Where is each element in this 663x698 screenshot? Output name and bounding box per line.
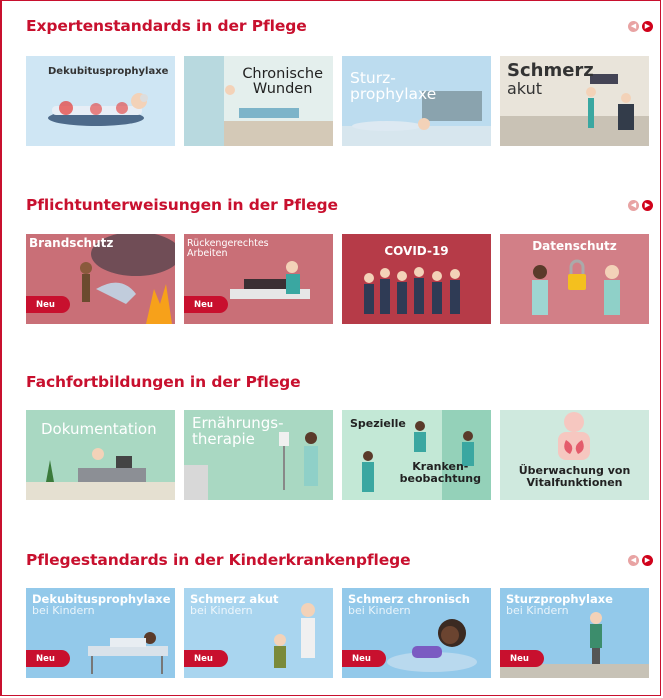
card-row: Dekubitusprophylaxe bei Kindern Neu Schm… bbox=[26, 588, 649, 678]
card-label-line: Chronische bbox=[242, 66, 323, 82]
card-label-line: Wunden bbox=[252, 81, 313, 98]
course-card-dekubitusprophylaxe-kinder[interactable]: Dekubitusprophylaxe bei Kindern Neu bbox=[26, 588, 175, 678]
card-label-line: bei Kindern bbox=[32, 604, 95, 618]
card-row: Dekubitusprophylaxe Chronische Wunden St… bbox=[26, 56, 649, 146]
course-card-sturzprophylaxe[interactable]: Sturz- prophylaxe bbox=[342, 56, 491, 146]
course-card-sturzprophylaxe-kinder[interactable]: Sturzprophylaxe bei Kindern Neu bbox=[500, 588, 649, 678]
carousel-nav: ◀ ▶ bbox=[628, 200, 653, 211]
chevron-left-icon[interactable]: ◀ bbox=[628, 555, 639, 566]
course-card-dekubitusprophylaxe[interactable]: Dekubitusprophylaxe bbox=[26, 56, 175, 146]
chevron-left-icon[interactable]: ◀ bbox=[628, 200, 639, 211]
card-label-line: Vitalfunktionen bbox=[526, 475, 623, 489]
card-label: Schmerz akut bbox=[507, 61, 594, 98]
card-label-line: akut bbox=[507, 78, 542, 98]
course-card-datenschutz[interactable]: Datenschutz bbox=[500, 234, 649, 324]
card-label: Spezielle bbox=[350, 418, 406, 430]
section-title: Pflegestandards in der Kinderkrankenpfle… bbox=[26, 551, 411, 569]
course-card-schmerz-akut[interactable]: Schmerz akut bbox=[500, 56, 649, 146]
section-title: Expertenstandards in der Pflege bbox=[26, 17, 307, 35]
card-label-line: bei Kindern bbox=[190, 604, 253, 618]
course-card-schmerz-chronisch-kinder[interactable]: Schmerz chronisch bei Kindern Neu bbox=[342, 588, 491, 678]
card-label: Überwachung von Vitalfunktionen bbox=[500, 465, 649, 488]
card-label-line: Dekubitusprophylaxe bbox=[48, 66, 169, 77]
card-label: Kranken- beobachtung bbox=[400, 461, 481, 484]
card-label: Schmerz chronisch bei Kindern bbox=[348, 593, 470, 617]
new-badge: Neu bbox=[342, 650, 386, 667]
chevron-right-icon[interactable]: ▶ bbox=[642, 555, 653, 566]
section-title: Pflichtunterweisungen in der Pflege bbox=[26, 196, 338, 214]
course-card-dokumentation[interactable]: Dokumentation bbox=[26, 410, 175, 500]
card-label: Dekubitusprophylaxe bei Kindern bbox=[32, 593, 171, 617]
card-label: Ernährungs- therapie bbox=[192, 415, 284, 448]
course-card-schmerz-akut-kinder[interactable]: Schmerz akut bei Kindern Neu bbox=[184, 588, 333, 678]
card-row: Dokumentation Ernährungs- therapie Spezi… bbox=[26, 410, 649, 500]
course-card-rueckengerechtes-arbeiten[interactable]: Rückengerechtes Arbeiten Neu bbox=[184, 234, 333, 324]
card-label-line: Überwachung von bbox=[518, 464, 631, 477]
chevron-right-icon[interactable]: ▶ bbox=[642, 21, 653, 32]
section-title: Fachfortbildungen in der Pflege bbox=[26, 373, 301, 391]
course-card-brandschutz[interactable]: Brandschutz Neu bbox=[26, 234, 175, 324]
card-label: Dekubitusprophylaxe bbox=[48, 66, 169, 78]
new-badge: Neu bbox=[184, 650, 228, 667]
new-badge: Neu bbox=[26, 650, 70, 667]
card-label-line: Kranken- bbox=[412, 460, 469, 473]
card-label: Brandschutz bbox=[29, 237, 113, 250]
card-label-line: therapie bbox=[192, 429, 255, 448]
card-label: Chronische Wunden bbox=[242, 66, 323, 98]
card-label-line: beobachtung bbox=[399, 471, 481, 485]
carousel-nav: ◀ ▶ bbox=[628, 555, 653, 566]
card-label-line: Datenschutz bbox=[532, 239, 617, 253]
chevron-right-icon[interactable]: ▶ bbox=[642, 200, 653, 211]
card-label-line: Arbeiten bbox=[187, 247, 228, 259]
carousel-nav: ◀ ▶ bbox=[628, 21, 653, 32]
course-card-ueberwachung-vitalfunktionen[interactable]: Überwachung von Vitalfunktionen bbox=[500, 410, 649, 500]
chevron-left-icon[interactable]: ◀ bbox=[628, 21, 639, 32]
card-label: Sturz- prophylaxe bbox=[350, 70, 436, 103]
card-label: COVID-19 bbox=[342, 245, 491, 258]
new-badge: Neu bbox=[26, 296, 70, 313]
new-badge: Neu bbox=[500, 650, 544, 667]
card-label-line: COVID-19 bbox=[384, 244, 449, 258]
card-label-line: Brandschutz bbox=[29, 236, 114, 250]
card-label-line: bei Kindern bbox=[506, 604, 569, 618]
card-label: Sturzprophylaxe bei Kindern bbox=[506, 593, 613, 617]
card-label: Rückengerechtes Arbeiten bbox=[187, 239, 269, 259]
new-badge: Neu bbox=[184, 296, 228, 313]
course-card-spezielle-krankenbeobachtung[interactable]: Spezielle Kranken- beobachtung bbox=[342, 410, 491, 500]
card-row: Brandschutz Neu Rückengerechtes Arbeiten… bbox=[26, 234, 649, 324]
card-label-line: Spezielle bbox=[350, 417, 406, 430]
course-card-chronische-wunden[interactable]: Chronische Wunden bbox=[184, 56, 333, 146]
card-label-line: prophylaxe bbox=[350, 85, 437, 104]
card-label-line: bei Kindern bbox=[348, 604, 411, 618]
card-label-line: Sturz- bbox=[350, 69, 396, 87]
card-label-line: Dokumentation bbox=[41, 420, 157, 438]
card-label: Datenschutz bbox=[500, 240, 649, 253]
course-card-ernaehrungstherapie[interactable]: Ernährungs- therapie bbox=[184, 410, 333, 500]
card-label: Schmerz akut bei Kindern bbox=[190, 593, 279, 617]
course-card-covid-19[interactable]: COVID-19 bbox=[342, 234, 491, 324]
card-label: Dokumentation bbox=[41, 420, 157, 438]
